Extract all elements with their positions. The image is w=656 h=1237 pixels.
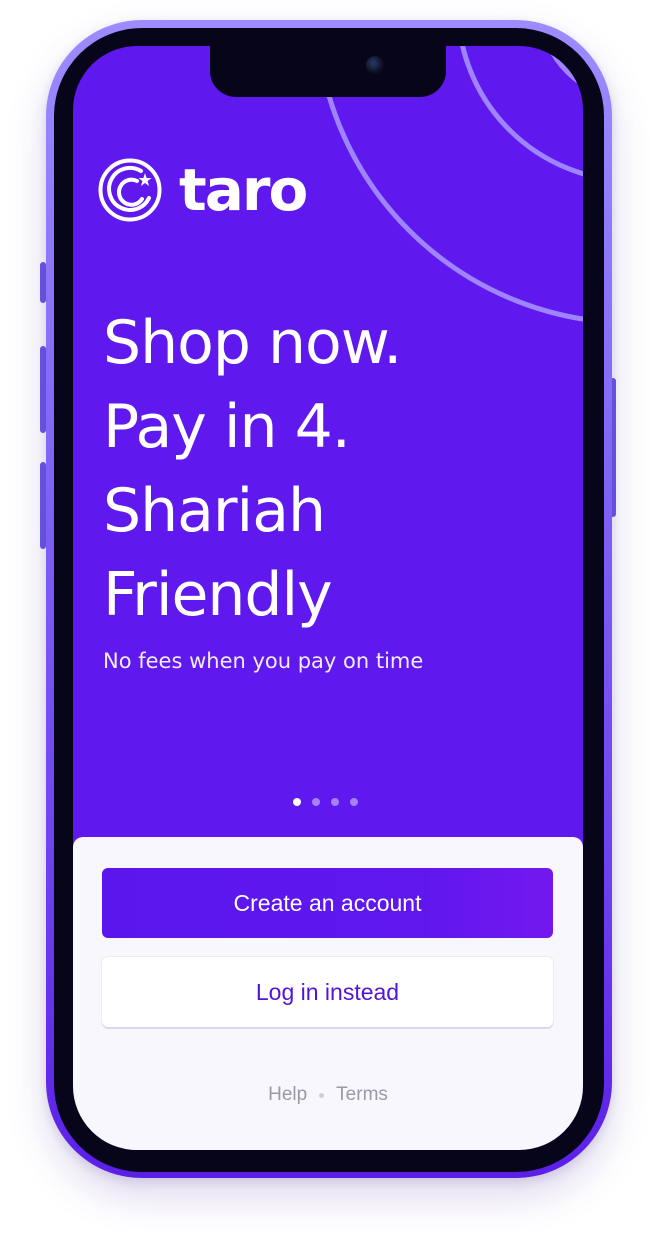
- headline-line-4: Friendly: [103, 560, 333, 630]
- help-link[interactable]: Help: [268, 1084, 307, 1106]
- notch: [210, 46, 446, 97]
- app-screen: taro Shop now. Pay in 4. Shariah Friendl…: [73, 46, 583, 1150]
- terms-link[interactable]: Terms: [336, 1084, 388, 1106]
- hero-headline: Shop now. Pay in 4. Shariah Friendly: [103, 301, 543, 637]
- carousel-pager: [293, 798, 358, 806]
- pager-dot-3[interactable]: [331, 798, 339, 806]
- create-account-button[interactable]: Create an account: [102, 868, 553, 938]
- device-mockup: taro Shop now. Pay in 4. Shariah Friendl…: [0, 0, 656, 1237]
- headline-line-2: Pay in 4.: [103, 392, 351, 462]
- hero-subtitle: No fees when you pay on time: [103, 649, 424, 673]
- headline-line-3: Shariah: [103, 476, 326, 546]
- front-camera: [366, 56, 384, 74]
- bottom-sheet: Create an account Log in instead Help Te…: [73, 837, 583, 1150]
- crescent-star-logo-icon: [98, 158, 162, 222]
- footer-separator: [319, 1092, 325, 1098]
- pager-dot-2[interactable]: [312, 798, 320, 806]
- headline-line-1: Shop now.: [103, 308, 402, 378]
- footer-links: Help Terms: [73, 1084, 583, 1106]
- pager-dot-1[interactable]: [293, 798, 301, 806]
- brand-name: taro: [179, 156, 308, 224]
- brand-logo: taro: [97, 156, 308, 224]
- login-button[interactable]: Log in instead: [102, 957, 553, 1027]
- pager-dot-4[interactable]: [350, 798, 358, 806]
